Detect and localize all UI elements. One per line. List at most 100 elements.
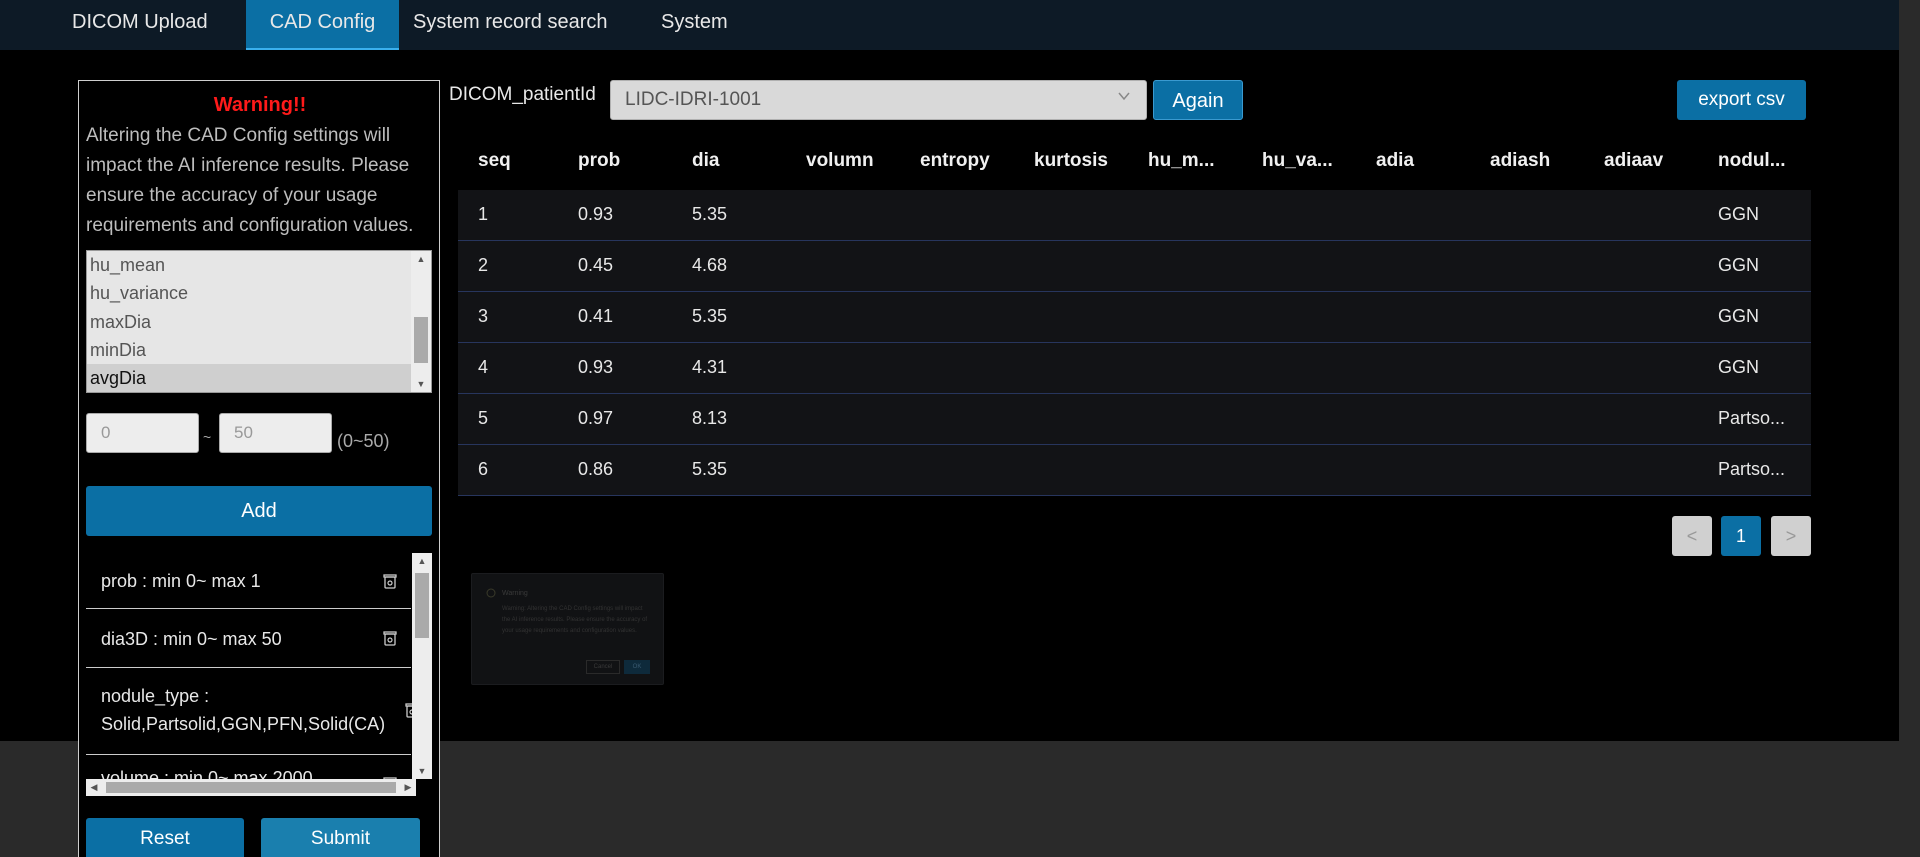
config-list-hscrollbar[interactable]: ◀ ▶	[86, 779, 416, 796]
table-row[interactable]: 5 0.97 8.13 Partso...	[458, 394, 1811, 445]
tab-cad-config[interactable]: CAD Config	[246, 0, 399, 50]
range-min-input[interactable]: 0	[86, 413, 199, 453]
table-cell: 4	[478, 357, 489, 377]
scroll-down-icon[interactable]: ▼	[411, 376, 431, 392]
chevron-down-icon	[1118, 92, 1130, 101]
table-cell: GGN	[1718, 204, 1760, 224]
table-cell: GGN	[1718, 357, 1760, 377]
table-row[interactable]: 4 0.93 4.31 GGN	[458, 343, 1811, 394]
scrollbar-thumb[interactable]	[414, 317, 428, 363]
scroll-left-icon[interactable]: ◀	[86, 779, 102, 796]
prev-page-button[interactable]: <	[1672, 516, 1712, 556]
column-header[interactable]: adiash	[1490, 150, 1550, 172]
scroll-down-icon[interactable]: ▼	[412, 763, 432, 779]
table-cell: Partso...	[1718, 408, 1786, 428]
warning-dialog-thumbnail: Warning Warning: Altering the CAD Config…	[471, 573, 664, 685]
table-cell: 0.41	[578, 306, 614, 326]
param-listbox[interactable]: hu_mean hu_variance maxDia minDia avgDia…	[86, 250, 432, 393]
dialog-title: Warning	[502, 590, 528, 597]
table-row[interactable]: 6 0.86 5.35 Partso...	[458, 445, 1811, 496]
dialog-ok-button: OK	[624, 660, 650, 674]
table-cell: 0.97	[578, 408, 614, 428]
scrollbar-thumb[interactable]	[106, 782, 396, 793]
column-header[interactable]: hu_m...	[1148, 150, 1215, 172]
table-cell: 8.13	[692, 408, 728, 428]
tab-system-record-search[interactable]: System record search	[413, 0, 623, 50]
table-row[interactable]: 1 0.93 5.35 GGN	[458, 190, 1811, 241]
table-cell: 1	[478, 204, 489, 224]
config-item-label: prob : min 0~ max 1	[101, 571, 261, 591]
scroll-up-icon[interactable]: ▲	[412, 553, 432, 569]
column-header[interactable]: adiaav	[1604, 150, 1663, 172]
reset-button[interactable]: Reset	[86, 818, 244, 857]
param-option[interactable]: hu_mean	[87, 251, 412, 279]
tab-system[interactable]: System	[661, 0, 761, 50]
table-cell: 6	[478, 459, 489, 479]
table-cell: 4.68	[692, 255, 728, 275]
config-list-scrollbar[interactable]: ▲ ▼	[412, 553, 432, 779]
add-button[interactable]: Add	[86, 486, 432, 536]
range-hint: (0~50)	[337, 431, 390, 451]
table-cell: 3	[478, 306, 489, 326]
table-row[interactable]: 3 0.41 5.35 GGN	[458, 292, 1811, 343]
patient-id-value: LIDC-IDRI-1001	[625, 89, 762, 110]
table-cell: 0.86	[578, 459, 614, 479]
column-header[interactable]: kurtosis	[1034, 150, 1108, 172]
dialog-body: Warning: Altering the CAD Config setting…	[502, 606, 648, 634]
column-header[interactable]: hu_va...	[1262, 150, 1333, 172]
patient-id-select[interactable]: LIDC-IDRI-1001	[610, 80, 1147, 120]
table-cell: GGN	[1718, 255, 1760, 275]
scroll-up-icon[interactable]: ▲	[411, 251, 431, 267]
table-row[interactable]: 2 0.45 4.68 GGN	[458, 241, 1811, 292]
list-item: dia3D : min 0~ max 50	[86, 610, 411, 668]
tab-dicom-upload[interactable]: DICOM Upload	[72, 0, 242, 50]
column-header[interactable]: adia	[1376, 150, 1414, 172]
param-option[interactable]: maxDia	[87, 308, 412, 336]
list-item: prob : min 0~ max 1	[86, 553, 411, 609]
export-csv-button[interactable]: export csv	[1677, 80, 1806, 120]
next-page-button[interactable]: >	[1771, 516, 1811, 556]
table-header: seq prob dia volumn entropy kurtosis hu_…	[458, 140, 1811, 190]
column-header[interactable]: nodul...	[1718, 150, 1786, 172]
config-item-value: Solid,Partsolid,GGN,PFN,Solid(CA)	[101, 714, 386, 734]
table-cell: GGN	[1718, 306, 1760, 326]
table-cell: 5	[478, 408, 489, 428]
param-option[interactable]: minDia	[87, 336, 412, 364]
column-header[interactable]: prob	[578, 150, 620, 172]
param-option[interactable]: hu_variance	[87, 279, 412, 307]
range-max-input[interactable]: 50	[219, 413, 332, 453]
list-item: nodule_type : Solid,Partsolid,GGN,PFN,So…	[86, 669, 419, 755]
patient-id-label: DICOM_patientId	[449, 84, 596, 105]
column-header[interactable]: dia	[692, 150, 719, 172]
dialog-cancel-button: Cancel	[586, 660, 620, 674]
table-cell: 0.93	[578, 204, 614, 224]
warning-icon	[486, 588, 496, 598]
param-option-selected[interactable]: avgDia	[87, 364, 412, 392]
table-cell: 2	[478, 255, 489, 275]
config-list: prob : min 0~ max 1 dia3D : min 0~ max 5…	[86, 553, 432, 790]
warning-title: Warning!!	[213, 94, 307, 116]
config-item-label: nodule_type :	[101, 686, 210, 706]
cad-config-panel: Warning!! Altering the CAD Config settin…	[78, 80, 440, 857]
range-separator: ~	[203, 429, 212, 445]
trash-icon[interactable]	[381, 629, 399, 647]
top-nav: DICOM Upload CAD Config System record se…	[0, 0, 1899, 50]
warning-text: Altering the CAD Config settings will im…	[86, 125, 414, 236]
table-cell: 5.35	[692, 306, 728, 326]
column-header[interactable]: entropy	[920, 150, 990, 172]
column-header[interactable]: volumn	[806, 150, 874, 172]
param-list-scrollbar[interactable]: ▲ ▼	[411, 251, 431, 392]
table-cell: 0.45	[578, 255, 614, 275]
table-cell: 5.35	[692, 204, 728, 224]
submit-button[interactable]: Submit	[261, 818, 420, 857]
scrollbar-thumb[interactable]	[415, 573, 429, 638]
page-1-button[interactable]: 1	[1721, 516, 1761, 556]
scroll-right-icon[interactable]: ▶	[400, 779, 416, 796]
table-cell: 4.31	[692, 357, 728, 377]
table-cell: Partso...	[1718, 459, 1786, 479]
config-item-label: dia3D : min 0~ max 50	[101, 629, 282, 649]
again-button[interactable]: Again	[1153, 80, 1243, 120]
column-header[interactable]: seq	[478, 150, 511, 172]
trash-icon[interactable]	[381, 572, 399, 590]
table-cell: 5.35	[692, 459, 728, 479]
